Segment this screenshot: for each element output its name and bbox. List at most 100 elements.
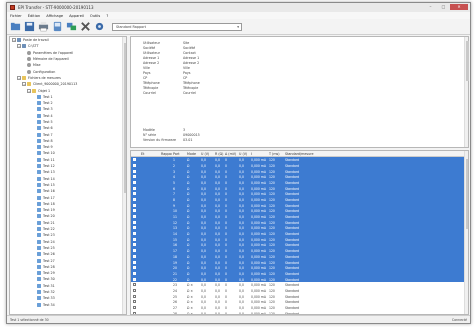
table-scrollbar[interactable]: [464, 151, 468, 314]
row-checkbox[interactable]: [133, 232, 136, 236]
row-checkbox[interactable]: [133, 215, 136, 219]
tree-item[interactable]: Test 34: [10, 301, 126, 307]
row-checkbox[interactable]: [133, 220, 136, 224]
menu-file[interactable]: Fichier: [10, 14, 22, 18]
table-cell: 0,0: [239, 197, 244, 202]
row-checkbox[interactable]: [133, 260, 136, 264]
table-cell: 0,0: [239, 237, 244, 242]
table-cell: 12: [173, 220, 177, 225]
row-checkbox[interactable]: [133, 300, 136, 304]
row-checkbox-cell: [131, 271, 140, 276]
test-icon: [37, 195, 41, 200]
column-header[interactable]: T (ms): [268, 152, 284, 156]
maximize-button[interactable]: □: [437, 4, 450, 10]
row-checkbox[interactable]: [133, 249, 136, 253]
row-checkbox[interactable]: [133, 197, 136, 201]
test-icon: [37, 264, 41, 269]
column-header[interactable]: U (V): [238, 152, 250, 156]
table-cell: 0,0: [201, 306, 206, 311]
menu-help[interactable]: ?: [106, 14, 108, 18]
column-header[interactable]: Δ (mV): [224, 152, 238, 156]
test-icon: [37, 145, 41, 150]
menu-tools[interactable]: Outils: [90, 14, 100, 18]
expand-toggle-icon[interactable]: −: [17, 75, 21, 80]
device-details: Modèle 3 N° série 09000015 Version du firmwa…: [143, 127, 200, 142]
row-checkbox[interactable]: [133, 283, 136, 287]
save-icon[interactable]: [24, 21, 35, 32]
row-checkbox[interactable]: [133, 277, 136, 281]
row-checkbox[interactable]: [133, 158, 136, 162]
column-header[interactable]: Part: [172, 152, 186, 156]
folder-icon: [27, 82, 31, 87]
table-cell: 0,000 mA: [251, 169, 266, 174]
row-checkbox[interactable]: [133, 294, 136, 298]
column-header[interactable]: I: [250, 152, 268, 156]
tree-scrollbar[interactable]: [122, 37, 126, 314]
row-checkbox[interactable]: [133, 175, 136, 179]
row-checkbox[interactable]: [133, 169, 136, 173]
column-header[interactable]: U (V): [200, 152, 214, 156]
row-checkbox[interactable]: [133, 192, 136, 196]
row-checkbox[interactable]: [133, 186, 136, 190]
menu-view[interactable]: Affichage: [46, 14, 63, 18]
close-button[interactable]: ✕: [450, 4, 468, 10]
device-icon[interactable]: [52, 21, 63, 32]
row-checkbox-cell: [131, 300, 140, 304]
expand-toggle-icon[interactable]: −: [12, 38, 16, 43]
delete-icon[interactable]: [80, 21, 91, 32]
table-cell: 0,000 mA: [251, 283, 266, 288]
tree-item-label: Test 9: [43, 145, 53, 150]
print-icon[interactable]: [38, 21, 49, 32]
row-checkbox-cell: [131, 203, 140, 208]
row-checkbox[interactable]: [133, 203, 136, 207]
table-cell: 0,0: [201, 294, 206, 299]
transfer-icon[interactable]: [66, 21, 77, 32]
expand-toggle-icon[interactable]: −: [27, 88, 31, 93]
table-cell: 0: [225, 254, 227, 259]
row-checkbox[interactable]: [133, 243, 136, 247]
open-icon[interactable]: [10, 21, 21, 32]
table-scrollbar-thumb[interactable]: [465, 159, 468, 229]
row-checkbox[interactable]: [133, 180, 136, 184]
detail-row: N° série 09000015: [143, 132, 200, 137]
row-checkbox[interactable]: [133, 306, 136, 310]
row-checkbox[interactable]: [133, 209, 136, 213]
row-checkbox-cell: [131, 306, 140, 310]
row-checkbox[interactable]: [133, 163, 136, 167]
menu-edit[interactable]: Édition: [28, 14, 40, 18]
tree-scrollbar-thumb[interactable]: [123, 43, 126, 193]
report-template-select[interactable]: Standard Rapport ▾: [112, 22, 242, 31]
row-checkbox[interactable]: [133, 226, 136, 230]
row-checkbox[interactable]: [133, 271, 136, 275]
row-checkbox[interactable]: [133, 266, 136, 270]
table-cell: 0,0: [239, 232, 244, 237]
settings-icon[interactable]: [94, 21, 105, 32]
table-cell: 120: [269, 271, 275, 276]
details-scrollbar-thumb[interactable]: [465, 41, 469, 81]
detail-row: Adresse 1 Adresse 1: [143, 55, 200, 60]
column-header[interactable]: Rapport: [160, 152, 172, 156]
tree-item-label: Test 21: [43, 220, 55, 225]
table-cell: 0,0: [239, 163, 244, 168]
expand-toggle-icon[interactable]: −: [17, 44, 21, 49]
column-header[interactable]: Et: [140, 152, 160, 156]
tree-item-label: Test 15: [43, 182, 55, 187]
details-scrollbar[interactable]: [464, 37, 469, 147]
menu-device[interactable]: Appareil: [69, 14, 84, 18]
minimize-button[interactable]: –: [424, 4, 437, 10]
row-checkbox[interactable]: [133, 254, 136, 258]
detail-value: Pays: [183, 70, 191, 75]
column-header[interactable]: Standard/mesure: [284, 152, 324, 156]
expand-toggle-icon[interactable]: −: [22, 82, 26, 87]
test-icon: [37, 239, 41, 244]
tree-item-label: Test 29: [43, 271, 55, 276]
row-checkbox-cell: [131, 260, 140, 265]
row-checkbox[interactable]: [133, 237, 136, 241]
column-header[interactable]: Mode: [186, 152, 200, 156]
row-checkbox[interactable]: [133, 288, 136, 292]
column-header[interactable]: R (Ω): [214, 152, 224, 156]
title-bar[interactable]: EPI Transfer - STT-9000000-20190113 – □ …: [7, 3, 470, 12]
